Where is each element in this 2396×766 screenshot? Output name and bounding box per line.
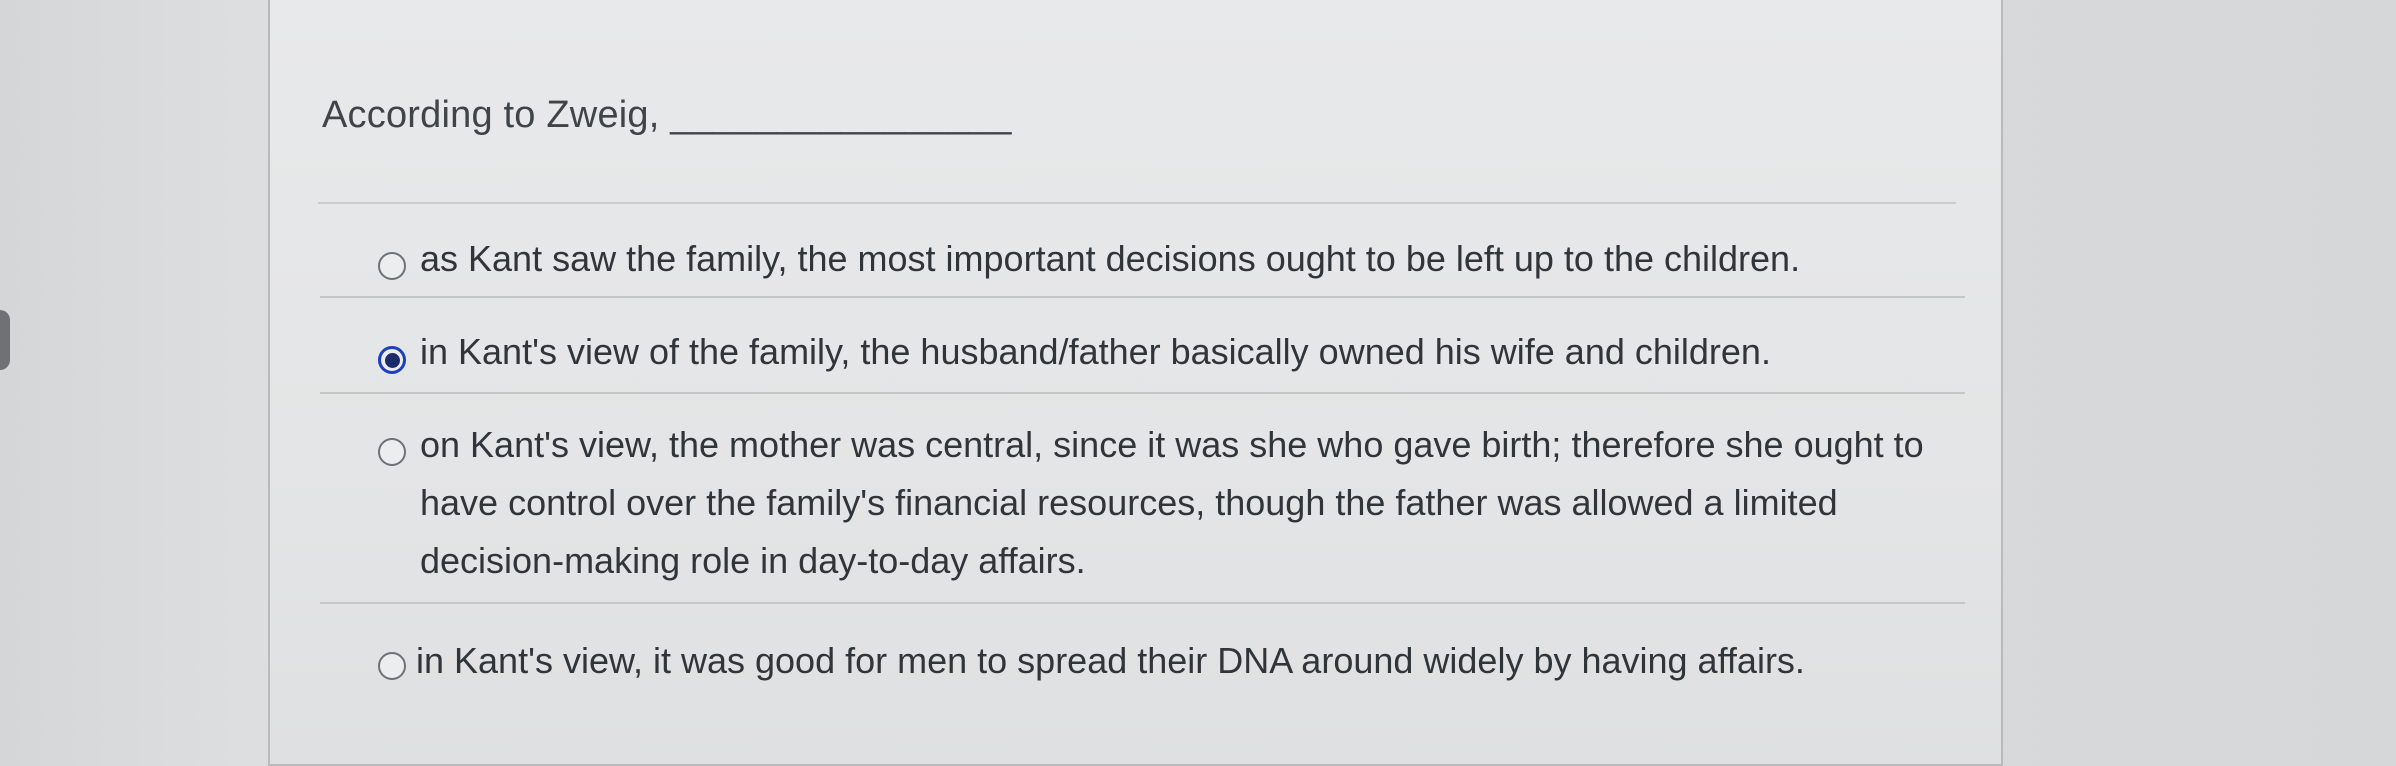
question-prompt: According to Zweig, ________________	[322, 94, 1012, 136]
answer-option-1[interactable]: as Kant saw the family, the most importa…	[318, 230, 1958, 290]
answer-option-2-label: in Kant's view of the family, the husban…	[420, 331, 1771, 372]
question-card: According to Zweig, ________________ as …	[268, 0, 2003, 766]
radio-button-option-4[interactable]	[378, 652, 406, 680]
prompt-divider	[318, 202, 1956, 204]
answer-option-4-label: in Kant's view, it was good for men to s…	[416, 640, 1805, 681]
option-divider	[320, 392, 1965, 394]
answer-option-2[interactable]: in Kant's view of the family, the husban…	[318, 325, 1958, 385]
option-divider	[320, 296, 1965, 298]
browser-edge-tab	[0, 310, 10, 370]
answer-option-1-label: as Kant saw the family, the most importa…	[420, 238, 1801, 279]
answer-option-4[interactable]: in Kant's view, it was good for men to s…	[318, 628, 1958, 688]
option-divider	[320, 602, 1965, 604]
radio-button-option-1[interactable]	[378, 252, 406, 280]
answer-option-3[interactable]: on Kant's view, the mother was central, …	[318, 416, 1958, 596]
radio-button-option-3[interactable]	[378, 438, 406, 466]
answer-option-3-label: on Kant's view, the mother was central, …	[420, 424, 1924, 581]
radio-button-option-2-selected[interactable]	[378, 346, 406, 374]
